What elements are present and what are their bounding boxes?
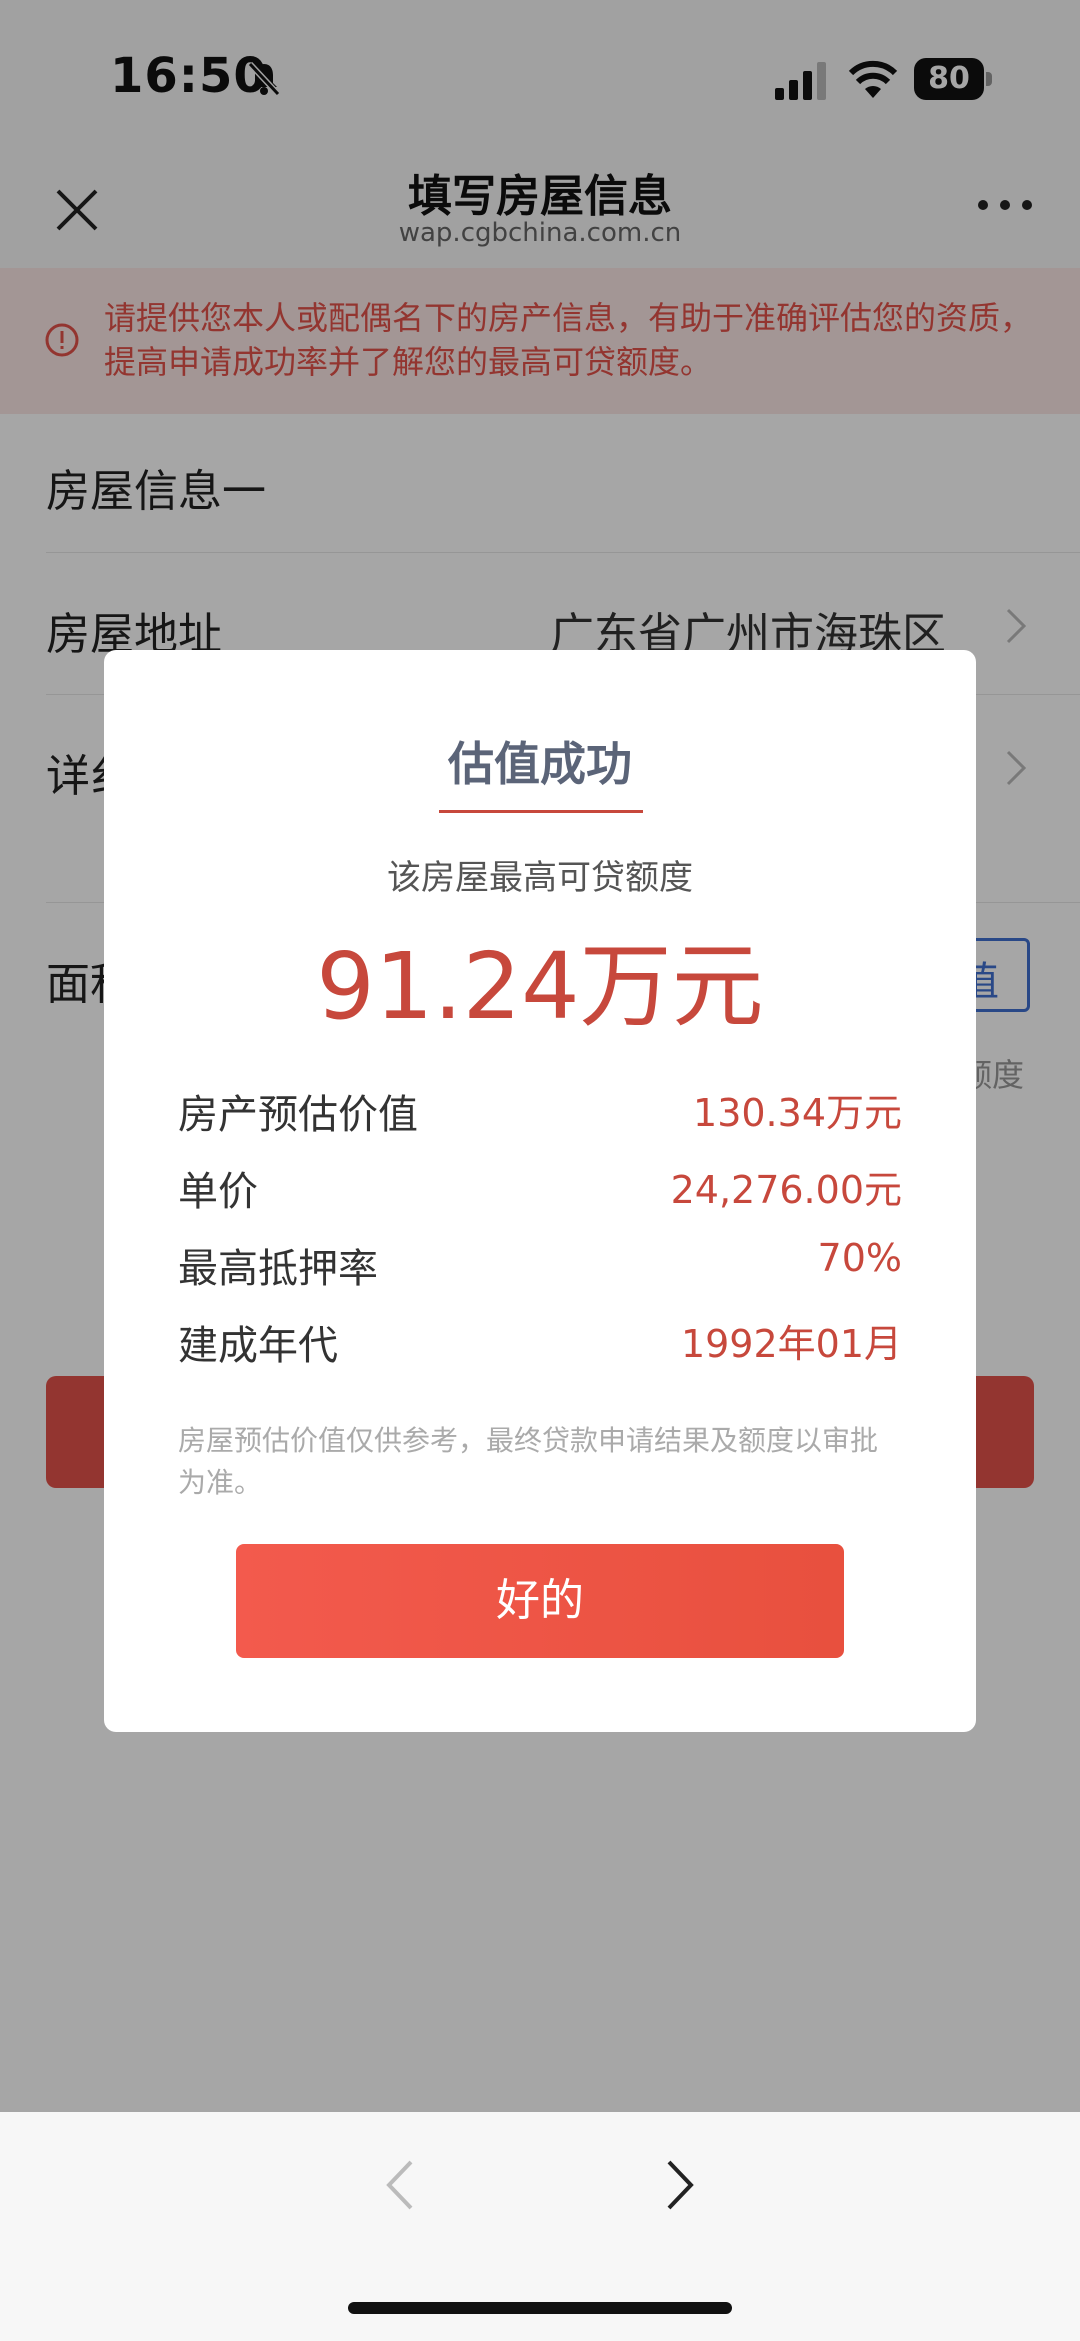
ok-button[interactable]: 好的: [236, 1544, 844, 1658]
forward-arrow-icon[interactable]: [665, 2158, 695, 2212]
row-label: 房产预估价值: [178, 1092, 418, 1138]
back-arrow-icon[interactable]: [385, 2158, 415, 2212]
row-label: 单价: [178, 1169, 258, 1215]
row-label: 最高抵押率: [178, 1246, 378, 1292]
row-value: 130.34万元: [693, 1091, 902, 1135]
row-value: 1992年01月: [680, 1322, 902, 1366]
row-value: 24,276.00元: [670, 1168, 902, 1212]
detail-row: 房产预估价值 130.34万元: [178, 1082, 902, 1142]
ok-button-label: 好的: [496, 1575, 584, 1626]
detail-row: 最高抵押率 70%: [178, 1236, 902, 1296]
row-value: 70%: [817, 1236, 902, 1280]
dialog-title: 估值成功: [448, 737, 632, 791]
dialog-subtitle: 该房屋最高可贷额度: [387, 858, 693, 898]
detail-row: 建成年代 1992年01月: [178, 1313, 902, 1373]
valuation-dialog: 估值成功 该房屋最高可贷额度 91.24万元 房产预估价值 130.34万元 单…: [104, 650, 976, 1732]
home-indicator: [348, 2302, 732, 2314]
disclaimer-note: 房屋预估价值仅供参考，最终贷款申请结果及额度以审批为准。: [178, 1424, 879, 1499]
row-label: 建成年代: [178, 1323, 338, 1369]
title-underline: [439, 810, 643, 813]
detail-row: 单价 24,276.00元: [178, 1159, 902, 1219]
max-loan-amount: 91.24万元: [316, 933, 764, 1040]
